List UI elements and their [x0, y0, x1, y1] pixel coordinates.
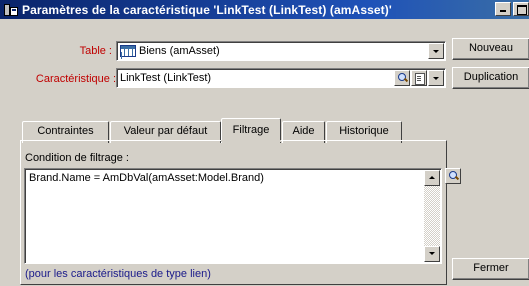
chevron-down-icon[interactable]: [428, 70, 444, 86]
table-label: Table :: [79, 45, 112, 57]
detail-icon[interactable]: [411, 70, 427, 86]
magnifier-icon[interactable]: [394, 70, 410, 86]
new-button[interactable]: Nouveau: [452, 38, 529, 60]
vertical-scrollbar[interactable]: [424, 170, 440, 262]
characteristic-value: LinkTest (LinkTest): [120, 72, 212, 84]
filter-condition-label: Condition de filtrage :: [25, 152, 129, 164]
window-controls: [493, 2, 529, 16]
table-dropdown[interactable]: Biens (amAsset): [116, 41, 446, 61]
scroll-down-icon[interactable]: [424, 246, 440, 262]
filter-search-magnifier-icon[interactable]: [445, 168, 461, 184]
scroll-up-icon[interactable]: [424, 170, 440, 186]
duplicate-button[interactable]: Duplication: [452, 67, 529, 89]
minimize-button[interactable]: [495, 2, 511, 16]
maximize-button[interactable]: [513, 2, 529, 16]
chevron-down-icon[interactable]: [428, 43, 444, 59]
filter-condition-value: Brand.Name = AmDbVal(amAsset:Model.Brand…: [29, 172, 264, 184]
window-title: Paramètres de la caractéristique 'LinkTe…: [22, 2, 392, 17]
characteristic-label: Caractéristique :: [35, 73, 116, 85]
table-dropdown-value: Biens (amAsset): [139, 45, 220, 57]
close-button[interactable]: Fermer: [452, 258, 529, 280]
filter-hint: (pour les caractéristiques de type lien): [25, 268, 211, 280]
filter-condition-textarea[interactable]: Brand.Name = AmDbVal(amAsset:Model.Brand…: [24, 168, 442, 264]
characteristic-field[interactable]: LinkTest (LinkTest): [116, 68, 446, 88]
app-icon: [3, 2, 19, 18]
table-icon: [120, 45, 136, 57]
title-bar: Paramètres de la caractéristique 'LinkTe…: [0, 0, 529, 19]
